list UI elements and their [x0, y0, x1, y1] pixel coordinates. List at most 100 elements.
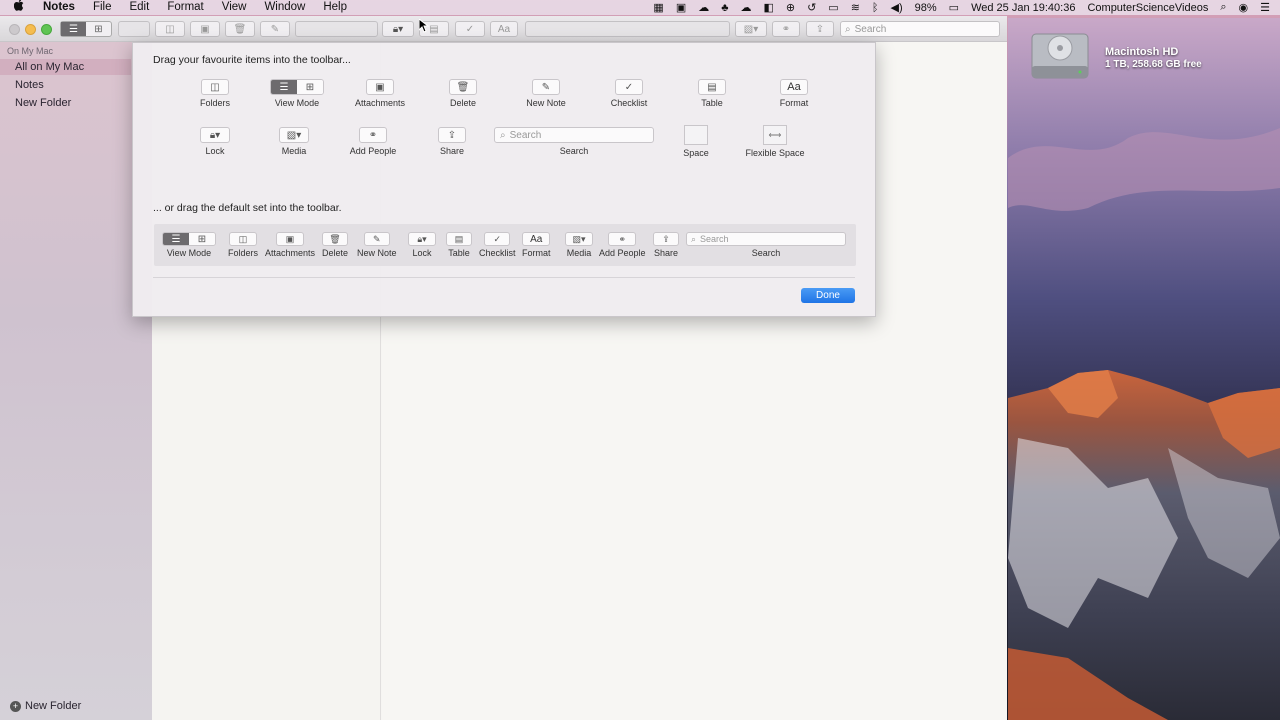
- gallery-view-icon[interactable]: ⊞: [86, 24, 111, 35]
- cherry-status-icon[interactable]: ♣: [721, 2, 728, 14]
- battery-percent[interactable]: 98%: [915, 2, 937, 14]
- sidebar-header: On My Mac: [7, 46, 54, 56]
- attachments-icon: ▣: [200, 23, 210, 35]
- folders-toolbar-button[interactable]: ◫: [155, 21, 185, 37]
- drag-items-instruction: Drag your favourite items into the toolb…: [153, 54, 351, 66]
- sidebar-icon: ◫: [165, 23, 175, 35]
- menu-edit[interactable]: Edit: [120, 0, 158, 15]
- delete-toolbar-button[interactable]: 🗑︎: [225, 21, 255, 37]
- palette-search[interactable]: ⌕ Search Search: [494, 127, 654, 156]
- media-icon: ▧▾: [743, 23, 759, 35]
- minimize-button[interactable]: [25, 24, 36, 35]
- hard-drive-icon[interactable]: [1028, 26, 1092, 84]
- space-icon: [684, 125, 708, 145]
- volume-icon[interactable]: ◀): [891, 1, 903, 14]
- palette-format[interactable]: Aa Format: [749, 79, 839, 108]
- palette-flexible-space[interactable]: ⟷ Flexible Space: [730, 125, 820, 158]
- sheet-divider: [153, 277, 855, 278]
- palette-view-mode[interactable]: ☰ ⊞ View Mode: [252, 79, 342, 108]
- accessibility-status-icon[interactable]: ⊕: [786, 1, 795, 14]
- new-folder-label: New Folder: [25, 700, 82, 712]
- drive-name-label: Macintosh HD: [1105, 46, 1179, 58]
- clock[interactable]: Wed 25 Jan 19:40:36: [971, 2, 1075, 14]
- cloud2-status-icon[interactable]: ☁: [740, 1, 751, 14]
- siri-icon[interactable]: ◉: [1239, 1, 1249, 14]
- user-name[interactable]: ComputerScienceVideos: [1087, 2, 1208, 14]
- grid-status-icon[interactable]: ▦: [653, 1, 663, 14]
- sidebar-item-notes[interactable]: Notes: [0, 77, 131, 93]
- palette-add-people[interactable]: ⚭ Add People: [328, 127, 418, 156]
- trash-icon: 🗑︎: [449, 79, 477, 95]
- sidebar-icon: ◫: [201, 79, 229, 95]
- checklist-toolbar-button[interactable]: ✓: [455, 21, 485, 37]
- table-icon: ▤: [698, 79, 726, 95]
- palette-attachments[interactable]: ▣ Attachments: [335, 79, 425, 108]
- notification-center-icon[interactable]: ☰: [1260, 1, 1270, 14]
- search-icon: ⌕: [691, 233, 697, 244]
- new-note-toolbar-button[interactable]: ✎: [260, 21, 290, 37]
- default-checklist: ✓ Checklist: [479, 232, 516, 258]
- toolbar-placeholder-slot: [118, 21, 150, 37]
- menu-file[interactable]: File: [84, 0, 121, 15]
- add-people-icon: ⚭: [359, 127, 387, 143]
- table-icon: ▤: [446, 232, 472, 246]
- palette-delete[interactable]: 🗑︎ Delete: [418, 79, 508, 108]
- format-toolbar-button[interactable]: Aa: [490, 21, 518, 37]
- palette-checklist[interactable]: ✓ Checklist: [584, 79, 674, 108]
- menu-notes[interactable]: Notes: [34, 0, 84, 15]
- airplay-icon[interactable]: ▭: [828, 1, 838, 14]
- list-view-icon[interactable]: ☰: [61, 22, 86, 36]
- lock-toolbar-button[interactable]: 🔒︎▾: [382, 21, 414, 37]
- trash-icon: 🗑︎: [322, 232, 348, 246]
- done-button[interactable]: Done: [801, 288, 855, 303]
- new-folder-button[interactable]: + New Folder: [10, 700, 81, 712]
- default-folders: ◫ Folders: [228, 232, 259, 258]
- palette-table[interactable]: ▤ Table: [667, 79, 757, 108]
- search-field-sample: ⌕ Search: [494, 127, 654, 143]
- trash-icon: 🗑︎: [233, 23, 247, 35]
- toolbar-space-slot: [295, 21, 378, 37]
- apple-menu-icon[interactable]: [0, 0, 34, 16]
- menu-window[interactable]: Window: [255, 0, 314, 15]
- menu-format[interactable]: Format: [158, 0, 212, 15]
- zoom-button[interactable]: [41, 24, 52, 35]
- camera-status-icon[interactable]: ▣: [676, 1, 686, 14]
- share-toolbar-button[interactable]: ⇪: [806, 21, 834, 37]
- default-share: ⇪ Share: [653, 232, 679, 258]
- palette-new-note[interactable]: ✎ New Note: [501, 79, 591, 108]
- sidebar-item-all-on-my-mac[interactable]: All on My Mac: [0, 59, 131, 75]
- sidebar-item-new-folder[interactable]: New Folder: [0, 95, 131, 111]
- spotlight-search-icon[interactable]: ⌕: [1220, 1, 1226, 14]
- close-button[interactable]: [9, 24, 20, 35]
- attachments-icon: ▣: [366, 79, 394, 95]
- palette-share[interactable]: ⇪ Share: [407, 127, 497, 156]
- attachments-icon: ▣: [276, 232, 305, 246]
- view-mode-toolbar-segment[interactable]: ☰ ⊞: [60, 21, 112, 37]
- box-status-icon[interactable]: ◧: [763, 1, 773, 14]
- menu-view[interactable]: View: [213, 0, 256, 15]
- palette-folders[interactable]: ◫ Folders: [170, 79, 260, 108]
- lock-icon: 🔒︎▾: [392, 23, 404, 35]
- default-media: ▧▾ Media: [565, 232, 593, 258]
- wifi-icon[interactable]: ≋: [851, 1, 860, 14]
- palette-space[interactable]: Space: [651, 125, 741, 158]
- add-people-icon: ⚭: [608, 232, 637, 246]
- gallery-view-icon: ⊞: [297, 80, 323, 94]
- list-view-icon: ☰: [271, 80, 297, 94]
- share-icon: ⇪: [438, 127, 466, 143]
- add-people-toolbar-button[interactable]: ⚭: [772, 21, 800, 37]
- media-toolbar-button[interactable]: ▧▾: [735, 21, 767, 37]
- mountain-wallpaper-image: [1008, 18, 1280, 720]
- palette-lock[interactable]: 🔒︎▾ Lock: [170, 127, 260, 156]
- bluetooth-icon[interactable]: ᛒ: [872, 2, 879, 14]
- default-delete: 🗑︎ Delete: [322, 232, 349, 258]
- default-toolbar-set[interactable]: ☰ ⊞ View Mode ◫ Folders ▣ Attachments 🗑︎ …: [154, 224, 856, 266]
- battery-icon[interactable]: ▭: [949, 1, 959, 14]
- palette-media[interactable]: ▧▾ Media: [249, 127, 339, 156]
- plus-circle-icon: +: [10, 700, 21, 712]
- cloud-status-icon[interactable]: ☁: [698, 1, 709, 14]
- attachments-toolbar-button[interactable]: ▣: [190, 21, 220, 37]
- menu-help[interactable]: Help: [314, 0, 356, 15]
- toolbar-search-field[interactable]: ⌕ Search: [840, 21, 1000, 37]
- time-machine-icon[interactable]: ↺: [807, 1, 816, 14]
